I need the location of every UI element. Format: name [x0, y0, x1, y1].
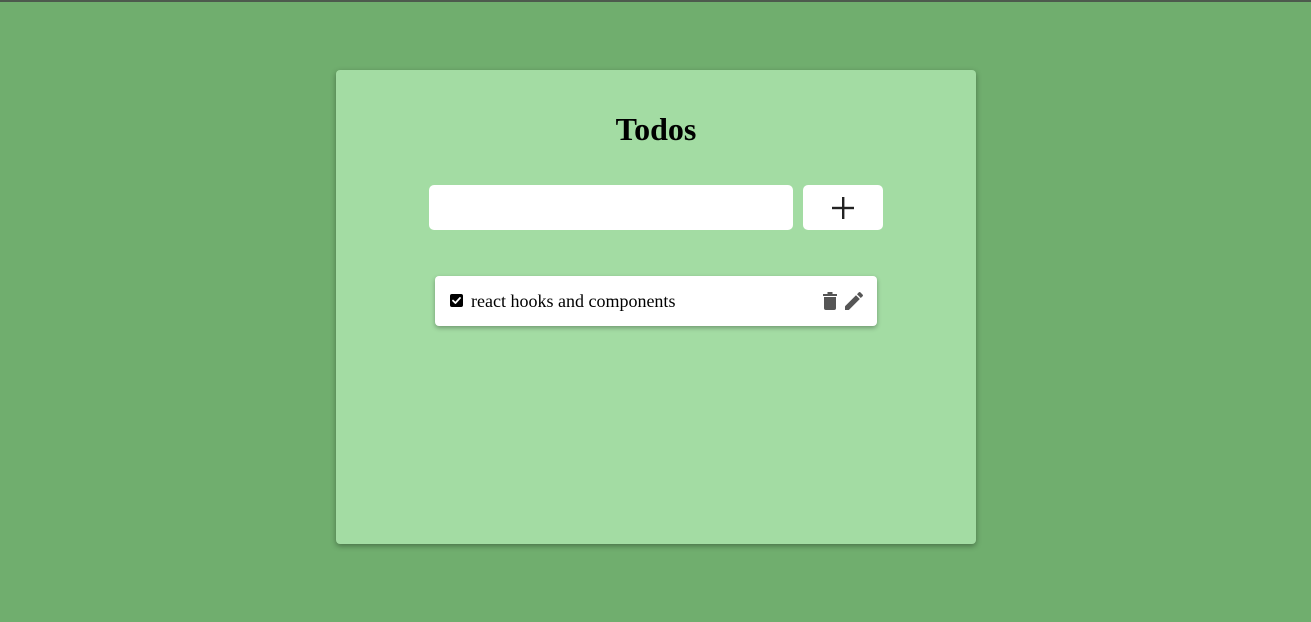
todo-card: Todos react hooks and components: [336, 70, 976, 544]
delete-todo-button[interactable]: [820, 289, 840, 313]
pencil-icon: [845, 292, 863, 310]
checkmark-icon: [452, 297, 461, 304]
todo-checkbox[interactable]: [450, 294, 463, 307]
trash-icon: [823, 292, 837, 310]
edit-todo-button[interactable]: [842, 289, 866, 313]
page-title: Todos: [615, 111, 697, 147]
todo-input[interactable]: [429, 185, 793, 230]
plus-icon: [831, 196, 855, 220]
page-background: Todos react hooks and components: [0, 0, 1311, 622]
add-todo-button[interactable]: [803, 185, 883, 230]
todo-text: react hooks and components: [471, 291, 676, 311]
todo-item: react hooks and components: [435, 276, 877, 326]
